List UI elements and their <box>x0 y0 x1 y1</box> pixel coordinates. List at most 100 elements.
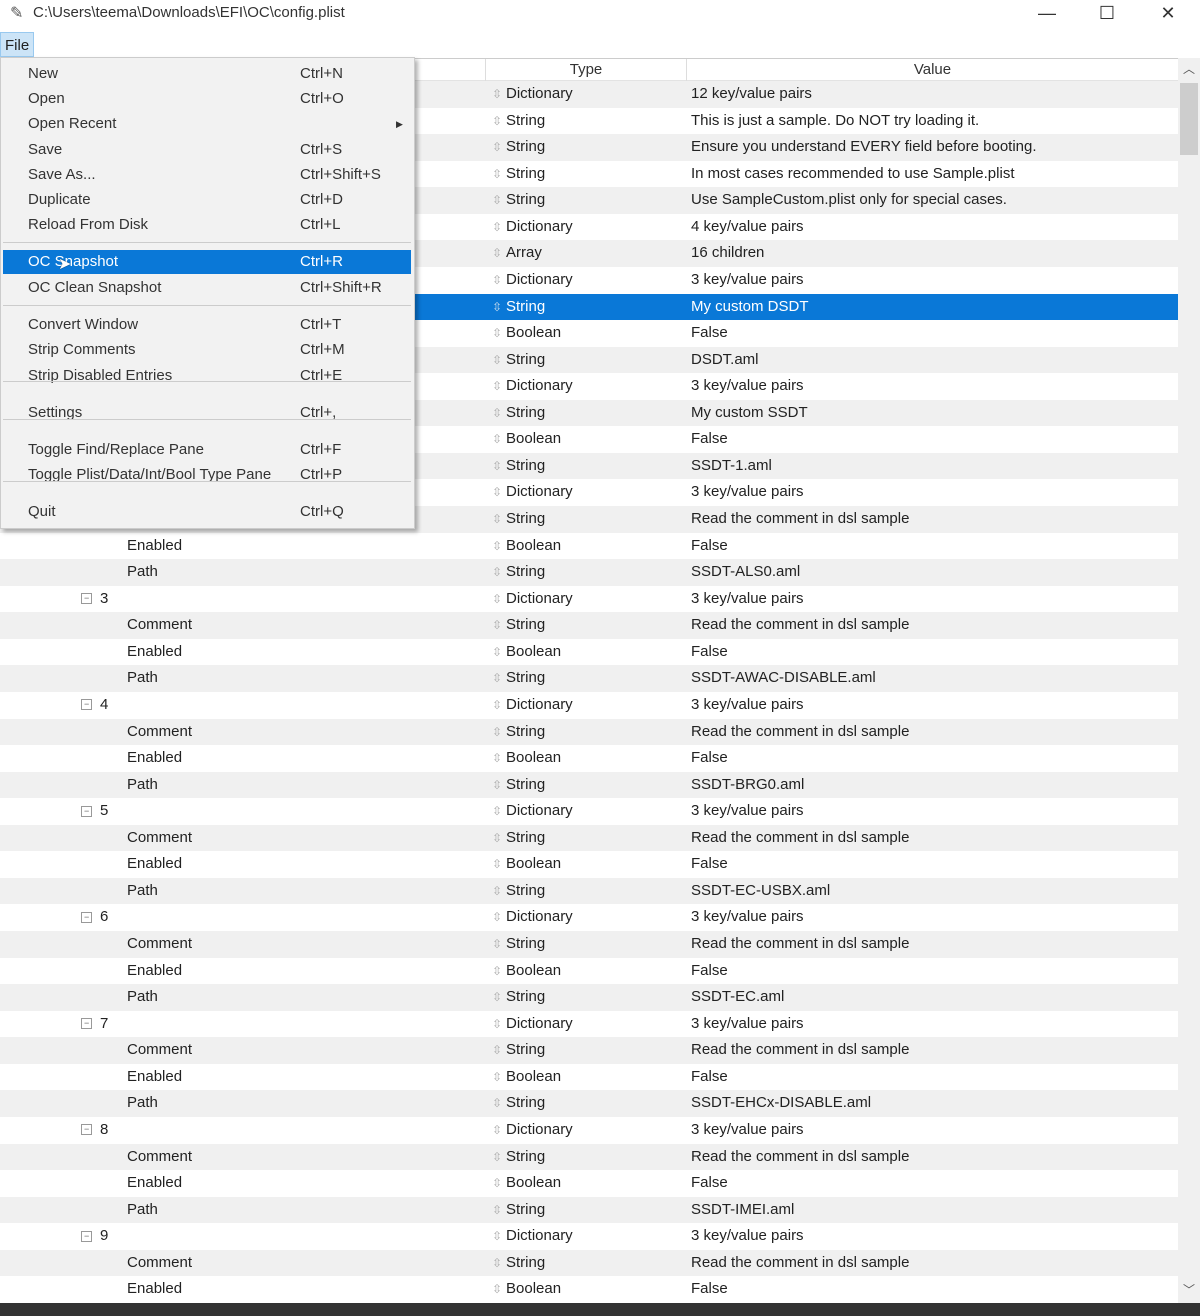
column-header-type[interactable]: Type <box>485 59 686 81</box>
collapse-toggle-icon[interactable]: − <box>81 593 92 605</box>
table-row[interactable]: Enabled ⇳ Boolean False <box>0 745 1178 772</box>
menu-item-strip-disabled-entries[interactable]: Strip Disabled Entries Ctrl+E <box>3 364 411 388</box>
table-row[interactable]: Path ⇳ String SSDT-AWAC-DISABLE.aml <box>0 665 1178 692</box>
row-type[interactable]: String <box>506 1197 545 1224</box>
row-value[interactable]: 3 key/value pairs <box>691 904 804 931</box>
type-updown-icon[interactable]: ⇳ <box>492 187 502 214</box>
type-updown-icon[interactable]: ⇳ <box>492 984 502 1011</box>
menu-item-reload-from-disk[interactable]: Reload From Disk Ctrl+L <box>3 213 411 237</box>
row-type[interactable]: String <box>506 134 545 161</box>
row-type[interactable]: String <box>506 294 545 321</box>
table-row[interactable]: −5 ⇳ Dictionary 3 key/value pairs <box>0 798 1178 825</box>
row-type[interactable]: String <box>506 347 545 374</box>
type-updown-icon[interactable]: ⇳ <box>492 958 502 985</box>
type-updown-icon[interactable]: ⇳ <box>492 161 502 188</box>
row-value[interactable]: In most cases recommended to use Sample.… <box>691 161 1014 188</box>
row-value[interactable]: False <box>691 745 728 772</box>
row-value[interactable]: Read the comment in dsl sample <box>691 612 909 639</box>
table-row[interactable]: Path ⇳ String SSDT-EHCx-DISABLE.aml <box>0 1090 1178 1117</box>
row-value[interactable]: Use SampleCustom.plist only for special … <box>691 187 1007 214</box>
collapse-toggle-icon[interactable]: − <box>81 911 92 923</box>
row-type[interactable]: Dictionary <box>506 267 573 294</box>
type-updown-icon[interactable]: ⇳ <box>492 320 502 347</box>
row-value[interactable]: 3 key/value pairs <box>691 1117 804 1144</box>
row-type[interactable]: String <box>506 161 545 188</box>
table-row[interactable]: Comment ⇳ String Read the comment in dsl sa… <box>0 931 1178 958</box>
table-row[interactable]: Comment ⇳ String Read the comment in dsl sa… <box>0 718 1178 746</box>
row-value[interactable]: SSDT-BRG0.aml <box>691 772 804 799</box>
type-updown-icon[interactable]: ⇳ <box>492 1197 502 1224</box>
maximize-button[interactable]: ☐ <box>1084 0 1130 28</box>
row-type[interactable]: String <box>506 772 545 799</box>
row-value[interactable]: Read the comment in dsl sample <box>691 1144 909 1171</box>
table-row[interactable]: Path ⇳ String SSDT-BRG0.aml <box>0 771 1178 799</box>
menu-item-new[interactable]: New Ctrl+N <box>3 62 411 86</box>
row-value[interactable]: Read the comment in dsl sample <box>691 931 909 958</box>
menu-item-convert-window[interactable]: Convert Window Ctrl+T <box>3 313 411 337</box>
row-type[interactable]: Boolean <box>506 958 561 985</box>
type-updown-icon[interactable]: ⇳ <box>492 426 502 453</box>
row-type[interactable]: String <box>506 665 545 692</box>
menu-item-toggle-plist-data-int-bool-type-pane[interactable]: Toggle Plist/Data/Int/Bool Type Pane Ctrl… <box>3 463 411 487</box>
row-value[interactable]: SSDT-EC.aml <box>691 984 784 1011</box>
table-row[interactable]: Comment ⇳ String Read the comment in dsl sa… <box>0 824 1178 852</box>
row-type[interactable]: Boolean <box>506 1064 561 1091</box>
table-row[interactable]: Comment ⇳ String Read the comment in dsl sa… <box>0 1249 1178 1277</box>
type-updown-icon[interactable]: ⇳ <box>492 1250 502 1277</box>
minimize-button[interactable]: — <box>1024 0 1070 28</box>
menu-item-settings[interactable]: Settings Ctrl+, <box>3 401 411 425</box>
table-row[interactable]: −3 ⇳ Dictionary 3 key/value pairs <box>0 585 1178 613</box>
row-type[interactable]: Dictionary <box>506 479 573 506</box>
row-type[interactable]: Boolean <box>506 745 561 772</box>
row-value[interactable]: My custom SSDT <box>691 400 808 427</box>
menu-item-quit[interactable]: Quit Ctrl+Q <box>3 500 411 524</box>
type-updown-icon[interactable]: ⇳ <box>492 1090 502 1117</box>
table-row[interactable]: −7 ⇳ Dictionary 3 key/value pairs <box>0 1010 1178 1038</box>
row-type[interactable]: String <box>506 400 545 427</box>
collapse-toggle-icon[interactable]: − <box>81 1230 92 1242</box>
row-value[interactable]: 3 key/value pairs <box>691 586 804 613</box>
type-updown-icon[interactable]: ⇳ <box>492 1170 502 1197</box>
row-type[interactable]: Dictionary <box>506 586 573 613</box>
row-value[interactable]: False <box>691 851 728 878</box>
type-updown-icon[interactable]: ⇳ <box>492 798 502 825</box>
type-updown-icon[interactable]: ⇳ <box>492 1011 502 1038</box>
row-type[interactable]: String <box>506 187 545 214</box>
row-value[interactable]: Read the comment in dsl sample <box>691 825 909 852</box>
row-type[interactable]: String <box>506 612 545 639</box>
row-value[interactable]: 3 key/value pairs <box>691 267 804 294</box>
type-updown-icon[interactable]: ⇳ <box>492 479 502 506</box>
row-value[interactable]: False <box>691 1170 728 1197</box>
row-value[interactable]: SSDT-1.aml <box>691 453 772 480</box>
row-type[interactable]: Boolean <box>506 639 561 666</box>
row-value[interactable]: Read the comment in dsl sample <box>691 1037 909 1064</box>
column-header-value[interactable]: Value <box>686 59 1178 81</box>
scroll-down-arrow-icon[interactable]: ﹀ <box>1178 1281 1200 1301</box>
type-updown-icon[interactable]: ⇳ <box>492 825 502 852</box>
table-row[interactable]: Enabled ⇳ Boolean False <box>0 851 1178 878</box>
row-value[interactable]: This is just a sample. Do NOT try loadin… <box>691 108 979 135</box>
table-row[interactable]: −8 ⇳ Dictionary 3 key/value pairs <box>0 1116 1178 1144</box>
row-value[interactable]: 12 key/value pairs <box>691 81 812 108</box>
table-row[interactable]: Enabled ⇳ Boolean False <box>0 638 1178 666</box>
type-updown-icon[interactable]: ⇳ <box>492 108 502 135</box>
type-updown-icon[interactable]: ⇳ <box>492 772 502 799</box>
row-value[interactable]: False <box>691 1276 728 1303</box>
row-value[interactable]: SSDT-ALS0.aml <box>691 559 800 586</box>
row-type[interactable]: Dictionary <box>506 373 573 400</box>
menu-item-save[interactable]: Save Ctrl+S <box>3 138 411 162</box>
row-type[interactable]: String <box>506 506 545 533</box>
file-menu-button[interactable]: File <box>0 32 35 57</box>
type-updown-icon[interactable]: ⇳ <box>492 878 502 905</box>
type-updown-icon[interactable]: ⇳ <box>492 559 502 586</box>
row-value[interactable]: False <box>691 958 728 985</box>
row-type[interactable]: Boolean <box>506 851 561 878</box>
row-key[interactable]: −7 <box>81 1011 108 1038</box>
menu-item-open[interactable]: Open Ctrl+O <box>3 87 411 111</box>
table-row[interactable]: Path ⇳ String SSDT-EC-USBX.aml <box>0 877 1178 905</box>
table-row[interactable]: Enabled ⇳ Boolean False <box>0 1063 1178 1091</box>
type-updown-icon[interactable]: ⇳ <box>492 719 502 746</box>
row-value[interactable]: Ensure you understand EVERY field before… <box>691 134 1037 161</box>
table-row[interactable]: Path ⇳ String SSDT-IMEI.aml <box>0 1196 1178 1224</box>
row-type[interactable]: Boolean <box>506 320 561 347</box>
